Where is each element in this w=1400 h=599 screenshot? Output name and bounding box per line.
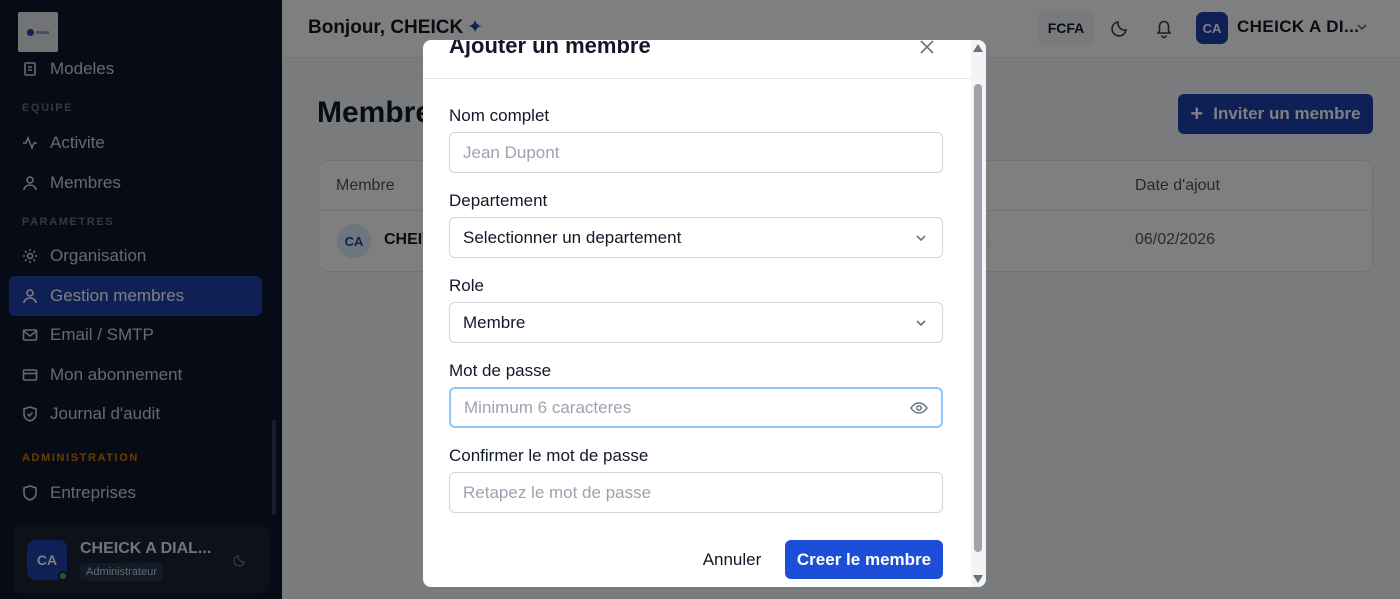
create-member-button[interactable]: Creer le membre <box>785 540 943 579</box>
password-placeholder: Minimum 6 caracteres <box>464 397 632 417</box>
name-label: Nom complet <box>449 106 550 125</box>
add-member-modal: Ajouter un membre Nom complet Jean Dupon… <box>423 40 986 587</box>
role-label: Role <box>449 276 484 295</box>
role-select[interactable]: Membre <box>449 302 943 343</box>
role-value: Membre <box>463 312 526 332</box>
confirm-password-input[interactable]: Retapez le mot de passe <box>449 472 943 513</box>
scroll-down-icon[interactable] <box>972 574 984 584</box>
chevron-down-icon <box>916 320 926 327</box>
modal-divider <box>423 78 971 79</box>
full-name-input[interactable]: Jean Dupont <box>449 132 943 173</box>
department-label: Departement <box>449 191 548 210</box>
chevron-down-icon <box>916 235 926 242</box>
department-select[interactable]: Selectionner un departement <box>449 217 943 258</box>
close-icon[interactable] <box>918 40 936 56</box>
scroll-up-icon[interactable] <box>972 43 984 53</box>
eye-icon[interactable] <box>909 398 929 418</box>
department-value: Selectionner un departement <box>463 227 682 247</box>
modal-title: Ajouter un membre <box>449 40 651 58</box>
password-input[interactable]: Minimum 6 caracteres <box>449 387 943 428</box>
password-label: Mot de passe <box>449 361 552 380</box>
confirm-password-label: Confirmer le mot de passe <box>449 446 649 465</box>
cancel-button[interactable]: Annuler <box>681 540 783 579</box>
modal-scrollbar-thumb[interactable] <box>974 84 982 552</box>
